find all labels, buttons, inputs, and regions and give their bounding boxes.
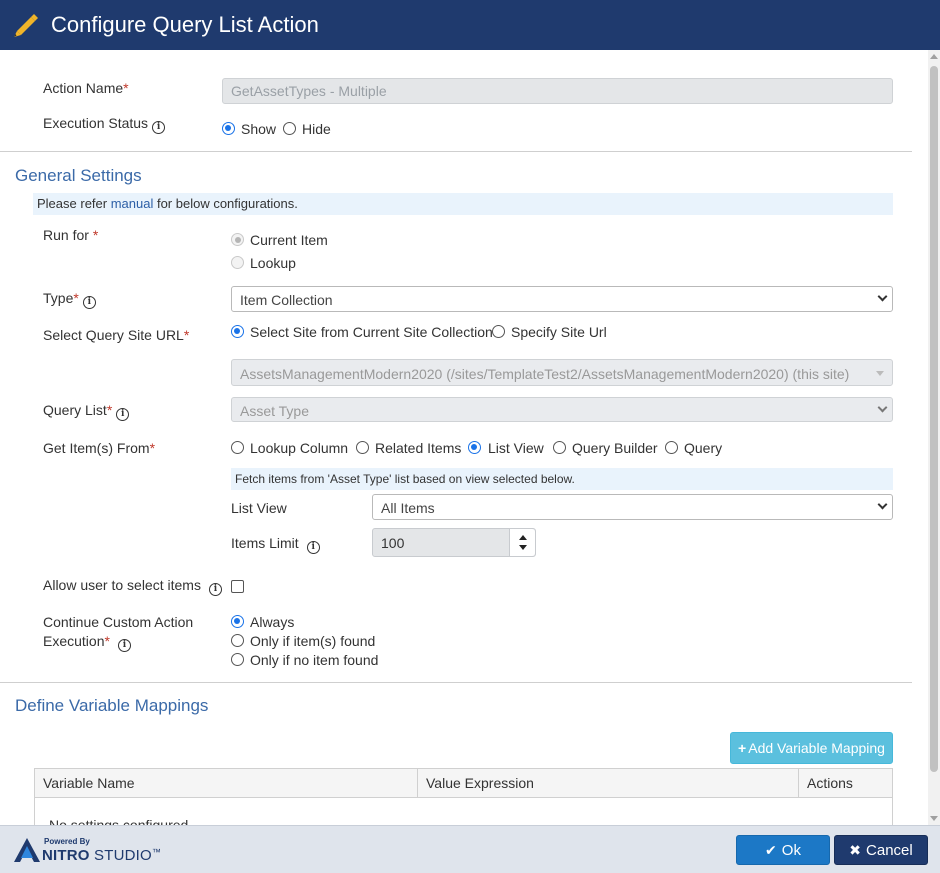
caret-up-icon [519, 535, 527, 540]
get-items-related-items-label: Related Items [375, 440, 462, 456]
type-select[interactable]: Item Collection [231, 286, 893, 312]
info-icon[interactable]: i [306, 541, 320, 554]
continue-no-item-radio[interactable] [231, 653, 244, 666]
get-items-query-label: Query [684, 440, 723, 456]
cancel-button[interactable]: ✖ Cancel [834, 835, 928, 865]
site-select[interactable]: AssetsManagementModern2020 (/sites/Templ… [231, 359, 893, 386]
execution-status-label: Execution Status i [43, 115, 166, 134]
continue-always-label: Always [250, 614, 295, 630]
chevron-down-icon [877, 499, 888, 510]
ok-button[interactable]: ✔ Ok [736, 835, 830, 865]
get-items-related-items-radio[interactable] [356, 441, 369, 454]
execution-status-show-radio[interactable] [222, 122, 235, 135]
configure-query-list-dialog: Configure Query List Action Action Name*… [0, 0, 940, 873]
run-for-current-item-radio[interactable] [231, 233, 244, 246]
caret-down-icon [876, 370, 884, 376]
list-view-select[interactable]: All Items [372, 494, 893, 520]
check-icon: ✔ [765, 841, 777, 858]
dialog-footer: Powered By NITRO STUDIO™ ✔ Ok ✖ Cancel [0, 825, 940, 873]
divider [0, 682, 912, 683]
fetch-note-band: Fetch items from 'Asset Type' list based… [231, 468, 893, 490]
dialog-header: Configure Query List Action [0, 0, 940, 50]
scroll-down-arrow-icon[interactable] [930, 816, 938, 821]
items-limit-input[interactable]: 100 [372, 528, 536, 557]
chevron-down-icon [877, 402, 888, 412]
nitro-studio-logo: Powered By NITRO STUDIO™ [14, 836, 164, 866]
plus-icon: + [738, 740, 747, 756]
info-icon[interactable]: i [152, 121, 166, 134]
divider [0, 151, 912, 152]
type-label: Type* i [43, 290, 96, 309]
chevron-down-icon [877, 291, 888, 302]
manual-link[interactable]: manual [111, 196, 154, 211]
info-icon[interactable]: i [117, 639, 131, 652]
execution-status-hide-label: Hide [302, 121, 331, 137]
column-header-value-expression: Value Expression [418, 769, 799, 798]
get-items-query-radio[interactable] [665, 441, 678, 454]
nitro-logo-icon [14, 838, 40, 862]
dialog-content: Action Name* GetAssetTypes - Multiple Ex… [0, 50, 928, 825]
dialog-title: Configure Query List Action [51, 12, 319, 37]
items-limit-stepper[interactable] [509, 529, 535, 556]
run-for-lookup-radio[interactable] [231, 256, 244, 269]
continue-no-item-label: Only if no item found [250, 652, 379, 668]
execution-status-hide-radio[interactable] [283, 122, 296, 135]
execution-status-show-label: Show [241, 121, 277, 137]
run-for-lookup-label: Lookup [250, 255, 296, 271]
continue-exec-label-line1: Continue Custom Action [43, 614, 194, 630]
info-icon[interactable]: i [116, 408, 130, 421]
get-items-list-view-radio[interactable] [468, 441, 481, 454]
variable-mappings-title: Define Variable Mappings [15, 696, 209, 715]
site-specify-url-label: Specify Site Url [511, 324, 607, 340]
items-limit-label: Items Limit i [231, 535, 320, 554]
action-name-input[interactable]: GetAssetTypes - Multiple [222, 78, 893, 104]
scroll-up-arrow-icon[interactable] [930, 54, 938, 59]
get-items-query-builder-label: Query Builder [572, 440, 658, 456]
action-name-label: Action Name* [43, 80, 129, 96]
general-settings-title: General Settings [15, 166, 142, 185]
column-header-variable-name: Variable Name [35, 769, 418, 798]
get-items-lookup-column-label: Lookup Column [250, 440, 349, 456]
continue-items-found-label: Only if item(s) found [250, 633, 376, 649]
site-current-collection-label: Select Site from Current Site Collection [250, 324, 493, 340]
continue-items-found-radio[interactable] [231, 634, 244, 647]
list-view-label: List View [231, 500, 287, 516]
scrollbar-thumb[interactable] [930, 66, 938, 772]
allow-select-checkbox[interactable] [231, 580, 244, 593]
continue-always-radio[interactable] [231, 615, 244, 628]
get-items-list-view-label: List View [488, 440, 544, 456]
query-list-label: Query List* i [43, 402, 130, 421]
get-items-label: Get Item(s) From* [43, 440, 156, 456]
run-for-current-item-label: Current Item [250, 232, 328, 248]
get-items-query-builder-radio[interactable] [553, 441, 566, 454]
site-specify-url-radio[interactable] [492, 325, 505, 338]
close-icon: ✖ [849, 841, 862, 858]
column-header-actions: Actions [799, 769, 892, 798]
query-list-select[interactable]: Asset Type [231, 397, 893, 422]
pencil-icon [14, 14, 38, 37]
vertical-scrollbar[interactable] [928, 50, 940, 825]
empty-table-text: No settings configured [49, 817, 189, 825]
info-icon[interactable]: i [208, 583, 222, 596]
site-current-collection-radio[interactable] [231, 325, 244, 338]
run-for-label: Run for * [43, 227, 99, 243]
site-url-label: Select Query Site URL* [43, 327, 190, 343]
add-variable-mapping-button[interactable]: + Add Variable Mapping [730, 732, 893, 764]
variable-mappings-table: Variable Name Value Expression Actions N… [34, 768, 893, 825]
manual-info-band: Please refer manual for below configurat… [33, 193, 893, 215]
info-icon[interactable]: i [82, 296, 96, 309]
allow-select-label: Allow user to select items i [43, 577, 222, 596]
caret-down-icon [519, 545, 527, 550]
continue-exec-label-line2: Execution* i [43, 633, 131, 652]
get-items-lookup-column-radio[interactable] [231, 441, 244, 454]
